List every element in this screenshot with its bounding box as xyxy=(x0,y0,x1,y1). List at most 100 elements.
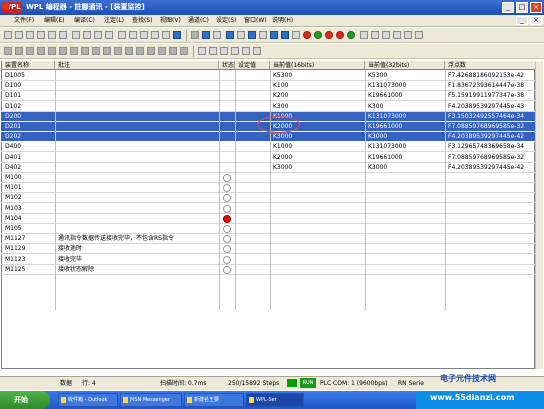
open-folder-icon[interactable] xyxy=(15,31,23,39)
table-row[interactable]: M1127 通讯指令数据传送接收完毕，不包含RS指令 xyxy=(1,234,535,245)
table-icon[interactable] xyxy=(237,31,245,39)
parallel-p-icon[interactable] xyxy=(70,47,78,55)
task-messenger[interactable]: MSN Messenger xyxy=(120,393,182,407)
table-row[interactable]: D402 K3000 K3000 F4.20389539297445e-42 xyxy=(1,163,535,173)
col-header-float[interactable]: 浮点数 xyxy=(445,61,535,70)
col-header-setting[interactable]: 设定值 xyxy=(235,61,270,70)
parallel-f-icon[interactable] xyxy=(81,47,89,55)
trend-icon[interactable] xyxy=(415,31,423,39)
print-icon[interactable] xyxy=(37,31,45,39)
table-row[interactable]: D202 K3000 K3000 F4.20389539297445e-42 xyxy=(1,132,535,143)
paste-icon[interactable] xyxy=(105,31,113,39)
jump-icon[interactable] xyxy=(242,47,250,55)
status-lamp-off-icon[interactable] xyxy=(223,245,231,254)
end-icon[interactable] xyxy=(169,47,177,55)
table-row[interactable]: D1005 K5300 K5300 F7.42688186092153e-42 xyxy=(1,71,535,81)
table-row[interactable]: D101 K200 K19661000 F5.15919911977347e-38 xyxy=(1,91,535,102)
contact-no-icon[interactable] xyxy=(4,47,12,55)
undo-icon[interactable] xyxy=(48,31,56,39)
bookmark-icon[interactable] xyxy=(253,47,261,55)
monitor-start-icon[interactable] xyxy=(347,31,355,39)
save-icon[interactable] xyxy=(26,31,34,39)
comm-icon[interactable] xyxy=(248,31,256,39)
insert-row-icon[interactable] xyxy=(198,47,206,55)
table-row[interactable]: M105 xyxy=(1,224,535,234)
status-lamp-off-icon[interactable] xyxy=(223,265,231,274)
status-lamp-off-icon[interactable] xyxy=(223,174,231,182)
col-header-device[interactable]: 装置名称 xyxy=(2,61,55,70)
table-row[interactable]: D100 K100 K131073000 F1.83672393614447e-38 xyxy=(1,81,535,92)
table-row[interactable]: M1123 接收完毕 xyxy=(1,255,535,265)
menu-file[interactable]: 文件(F) xyxy=(14,15,34,27)
table-row[interactable]: M1125 接收状态解除 xyxy=(1,265,535,275)
start-button[interactable]: 开始 xyxy=(0,391,50,409)
menu-comment[interactable]: 注定(L) xyxy=(104,15,124,27)
maximize-button[interactable]: □ xyxy=(516,2,528,13)
replace-icon[interactable] xyxy=(140,31,148,39)
contact-p-icon[interactable] xyxy=(26,47,34,55)
status-lamp-off-icon[interactable] xyxy=(223,255,231,264)
task-outlook[interactable]: 收件箱 - Outlook xyxy=(58,393,118,407)
close-button[interactable]: × xyxy=(530,2,542,13)
status-lamp-off-icon[interactable] xyxy=(223,204,231,213)
parallel-no-icon[interactable] xyxy=(48,47,56,55)
menu-search[interactable]: 查找(S) xyxy=(132,15,153,27)
sfc-view-icon[interactable] xyxy=(213,31,221,39)
monitor-stop-icon[interactable] xyxy=(336,31,344,39)
table-row[interactable]: D401 K2000 K19661000 F7.08859768969585e-32 xyxy=(1,153,535,163)
device-monitor-icon[interactable] xyxy=(226,31,234,39)
vline-icon[interactable] xyxy=(147,47,155,55)
status-lamp-off-icon[interactable] xyxy=(223,225,231,233)
delete-line-icon[interactable] xyxy=(180,47,188,55)
mdi-close-button[interactable]: × xyxy=(530,16,542,25)
table-row[interactable]: M103 xyxy=(1,204,535,214)
minimize-button[interactable]: _ xyxy=(502,2,514,13)
menu-edit[interactable]: 编辑(E) xyxy=(44,15,64,27)
set-icon[interactable] xyxy=(382,31,390,39)
stop-plc-icon[interactable] xyxy=(292,31,300,39)
table-row[interactable]: M102 xyxy=(1,193,535,204)
col-header-status[interactable]: 状态 xyxy=(219,61,235,70)
col-header-value16[interactable]: 当前值(16bits) xyxy=(270,61,365,70)
contact-nc-icon[interactable] xyxy=(15,47,23,55)
list-view-icon[interactable] xyxy=(202,31,210,39)
table-row[interactable]: M104 xyxy=(1,214,535,224)
delete-icon[interactable] xyxy=(72,31,80,39)
vertical-scrollbar[interactable] xyxy=(535,61,543,369)
table-row[interactable]: M101 xyxy=(1,183,535,194)
menu-settings[interactable]: 设定(S) xyxy=(216,15,237,27)
table-row[interactable]: M1129 接收逾时 xyxy=(1,244,535,255)
status-lamp-off-icon[interactable] xyxy=(223,235,231,244)
find-icon[interactable] xyxy=(118,31,126,39)
col-header-value32[interactable]: 当前值(32bits) xyxy=(365,61,445,70)
run-icon[interactable] xyxy=(314,31,322,39)
network-icon[interactable] xyxy=(231,47,239,55)
table-row[interactable]: D400 K1000 K131073000 F3.12965748369658e-34 xyxy=(1,142,535,153)
search-icon[interactable] xyxy=(162,31,170,39)
mdi-minimize-button[interactable]: _ xyxy=(516,16,528,25)
task-folder[interactable]: 新建名王要 xyxy=(184,393,244,407)
status-lamp-off-icon[interactable] xyxy=(223,194,231,203)
delete-row-icon[interactable] xyxy=(209,47,217,55)
edit-value-icon[interactable] xyxy=(404,31,412,39)
contact-f-icon[interactable] xyxy=(37,47,45,55)
coil-reset-icon[interactable] xyxy=(114,47,122,55)
force-on-icon[interactable] xyxy=(360,31,368,39)
menu-compile[interactable]: 编译(C) xyxy=(74,15,95,27)
menu-help[interactable]: 说明(H) xyxy=(272,15,293,27)
table-row[interactable]: D102 K300 K300 F4.20389539297445e-43 xyxy=(1,102,535,112)
new-file-icon[interactable] xyxy=(4,31,12,39)
menu-channel[interactable]: 通道(C) xyxy=(188,15,209,27)
record-icon[interactable] xyxy=(325,31,333,39)
pencil-icon[interactable] xyxy=(151,31,159,39)
status-lamp-off-icon[interactable] xyxy=(223,184,231,193)
upload-icon[interactable] xyxy=(270,31,278,39)
zoom-icon[interactable] xyxy=(129,31,137,39)
compile-icon[interactable] xyxy=(173,31,181,39)
task-wpl[interactable]: WPL-Ser xyxy=(246,393,304,407)
menu-view[interactable]: 视图(V) xyxy=(160,15,181,27)
download-icon[interactable] xyxy=(281,31,289,39)
hline-icon[interactable] xyxy=(136,47,144,55)
reset-icon[interactable] xyxy=(393,31,401,39)
function-icon[interactable] xyxy=(125,47,133,55)
